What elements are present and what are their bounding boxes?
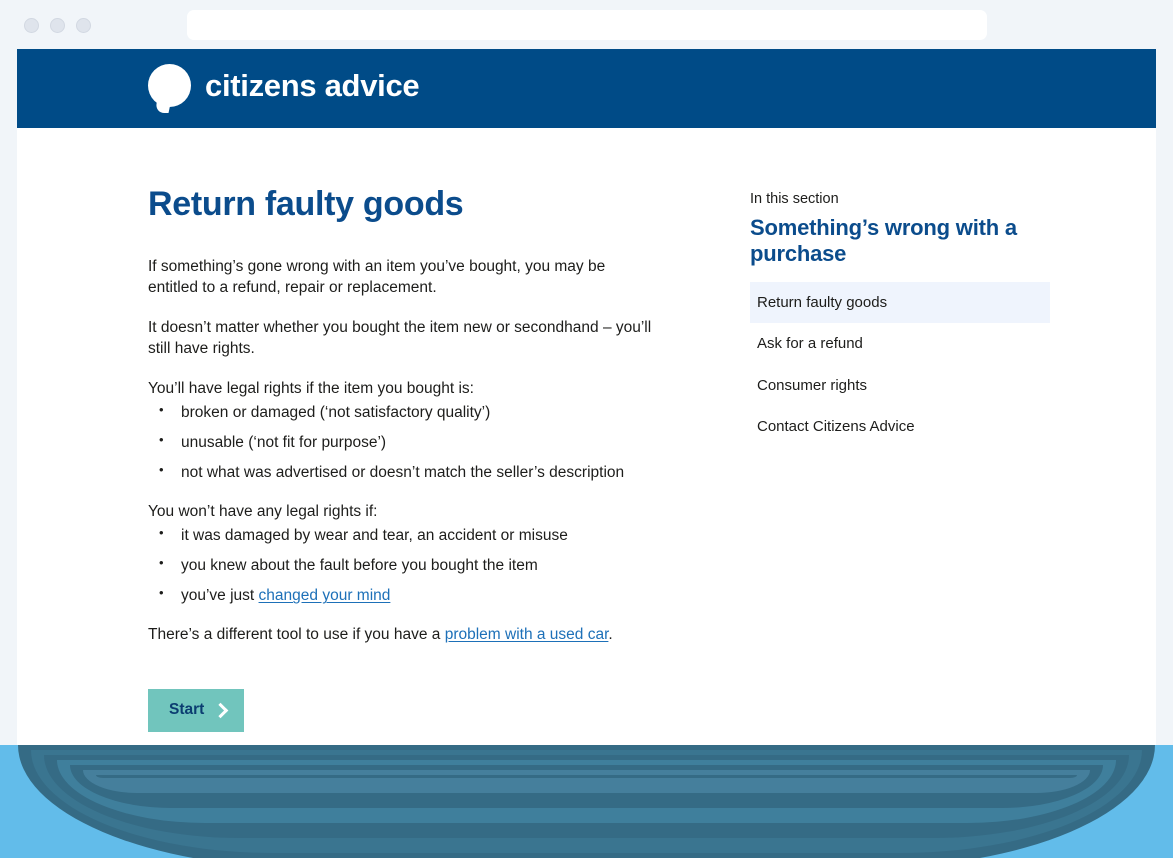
browser-chrome [0,0,1173,49]
window-minimize-button[interactable] [50,18,65,33]
speech-bubble-icon [148,64,191,107]
page-content: Return faulty goods If something’s gone … [17,128,1156,745]
start-button[interactable]: Start [148,689,245,733]
changed-your-mind-link[interactable]: changed your mind [259,587,391,604]
decorative-ring [96,775,1077,778]
list-item: it was damaged by wear and tear, an acci… [148,525,658,546]
used-car-paragraph: There’s a different tool to use if you h… [148,625,658,646]
section-navigation: In this section Something’s wrong with a… [750,190,1050,448]
window-close-button[interactable] [24,18,39,33]
sidebar-item-contact-citizens-advice[interactable]: Contact Citizens Advice [750,406,1050,448]
list-item: unusable (‘not fit for purpose’) [148,432,658,453]
sidebar-item-return-faulty-goods[interactable]: Return faulty goods [750,281,1050,324]
window-maximize-button[interactable] [76,18,91,33]
start-button-label: Start [169,701,205,719]
intro-paragraph-2: It doesn’t matter whether you bought the… [148,318,652,357]
brand-name: citizens advice [205,68,420,103]
list-item: broken or damaged (‘not satisfactory qua… [148,402,658,423]
sidebar-title: Something’s wrong with a purchase [750,214,1017,267]
sidebar-item-ask-for-a-refund[interactable]: Ask for a refund [750,323,1050,365]
intro-paragraph-1: If something’s gone wrong with an item y… [148,258,606,297]
main-column: Return faulty goods If something’s gone … [148,185,658,733]
page-title: Return faulty goods [148,185,464,223]
used-car-link[interactable]: problem with a used car [445,626,609,643]
no-rights-list: it was damaged by wear and tear, an acci… [148,525,658,606]
address-bar[interactable] [187,10,987,40]
list-item: you knew about the fault before you boug… [148,555,658,576]
chevron-right-icon [215,703,224,718]
decorative-wave-background [0,745,1173,858]
list-item: you’ve just changed your mind [148,585,658,606]
decorative-ring [83,770,1090,793]
used-car-suffix: . [608,626,613,644]
rights-list: broken or damaged (‘not satisfactory qua… [148,402,658,483]
list-item-text: you’ve just [181,587,259,605]
sidebar-item-consumer-rights[interactable]: Consumer rights [750,365,1050,407]
list-two-intro: You won’t have any legal rights if: [148,503,378,521]
list-one-intro: You’ll have legal rights if the item you… [148,379,474,397]
used-car-prefix: There’s a different tool to use if you h… [148,626,445,644]
site-logo[interactable]: citizens advice [148,64,420,107]
site-header: citizens advice [17,49,1156,128]
list-item: not what was advertised or doesn’t match… [148,462,658,483]
sidebar-kicker: In this section [750,191,839,207]
